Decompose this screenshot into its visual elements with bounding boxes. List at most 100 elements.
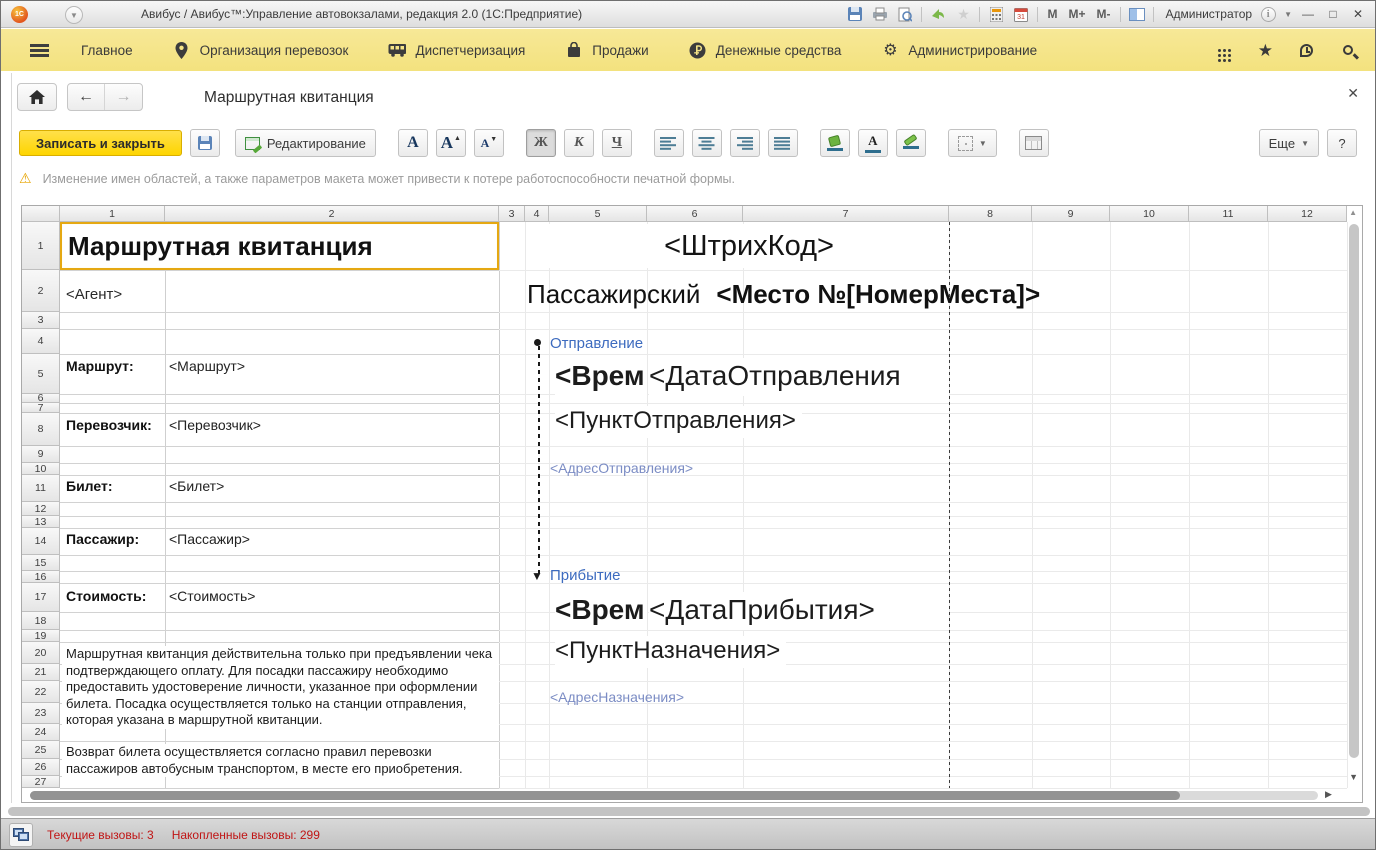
decrease-font-button[interactable]: А▼	[474, 129, 504, 157]
row-header[interactable]: 2	[22, 270, 60, 312]
save-button[interactable]	[190, 129, 220, 157]
cell-arrival-header[interactable]: Прибытие	[550, 567, 620, 584]
editing-toggle-button[interactable]: Редактирование	[235, 129, 376, 157]
cell-passenger-seat[interactable]: Пассажирский <Место №[НомерМеста]>	[527, 276, 1040, 312]
scroll-up-icon[interactable]: ▲	[1349, 208, 1357, 217]
row-header[interactable]: 7	[22, 403, 60, 413]
row-header[interactable]: 12	[22, 502, 60, 516]
cell-departure-time[interactable]: <Врем	[555, 358, 647, 396]
bold-button[interactable]: Ж	[526, 129, 556, 157]
row-header[interactable]: 19	[22, 630, 60, 642]
font-button[interactable]: А	[398, 129, 428, 157]
row-header[interactable]: 25	[22, 741, 60, 759]
cell-departure-header[interactable]: Отправление	[550, 335, 643, 352]
history-icon[interactable]	[1297, 41, 1315, 59]
align-right-button[interactable]	[730, 129, 760, 157]
row-header[interactable]: 8	[22, 413, 60, 446]
spreadsheet[interactable]: Маршрутная квитанция <ШтрихКод> <Агент> …	[21, 205, 1363, 803]
calculator-icon[interactable]	[987, 6, 1005, 22]
home-button[interactable]	[17, 83, 57, 111]
row-header[interactable]: 27	[22, 776, 60, 788]
split-window-icon[interactable]	[1128, 6, 1146, 22]
window-menu-icon[interactable]: ▼	[65, 6, 83, 24]
cell-arrival-date[interactable]: <ДатаПрибытия>	[649, 592, 949, 630]
cell-departure-date[interactable]: <ДатаОтправления	[649, 358, 949, 396]
grid-corner-cell[interactable]	[22, 206, 60, 222]
apps-grid-icon[interactable]	[1216, 41, 1234, 59]
row-header[interactable]: 6	[22, 394, 60, 403]
minimize-button[interactable]: —	[1299, 7, 1317, 21]
menu-item-dispatching[interactable]: Диспетчеризация	[388, 41, 525, 59]
column-header[interactable]: 3	[499, 206, 525, 222]
column-header[interactable]: 8	[949, 206, 1032, 222]
align-center-button[interactable]	[692, 129, 722, 157]
row-header[interactable]: 21	[22, 664, 60, 681]
menu-item-transport-organization[interactable]: Организация перевозок	[173, 41, 349, 59]
close-page-icon[interactable]: ✕	[1347, 85, 1359, 102]
info-caret-icon[interactable]: ▼	[1284, 10, 1292, 19]
row-header[interactable]: 3	[22, 312, 60, 329]
vertical-scrollbar-thumb[interactable]	[1349, 224, 1359, 758]
column-header[interactable]: 5	[549, 206, 647, 222]
info-icon[interactable]: i	[1259, 6, 1277, 22]
forward-button[interactable]: →	[105, 84, 142, 110]
cell-arrival-time[interactable]: <Врем	[555, 592, 647, 630]
cell-field-value[interactable]: <Маршрут>	[169, 358, 245, 374]
hamburger-menu-icon[interactable]	[30, 44, 49, 57]
save-icon[interactable]	[846, 6, 864, 22]
column-header[interactable]: 4	[525, 206, 549, 222]
underline-button[interactable]: Ч	[602, 129, 632, 157]
text-color-button[interactable]: А	[858, 129, 888, 157]
row-header[interactable]: 20	[22, 642, 60, 664]
increase-font-button[interactable]: А▲	[436, 129, 466, 157]
memory-m-minus-button[interactable]: M-	[1095, 7, 1113, 21]
column-header[interactable]: 7	[743, 206, 949, 222]
search-icon[interactable]	[1339, 41, 1357, 59]
cell-field-value[interactable]: <Билет>	[169, 478, 224, 494]
cell-field-label[interactable]: Перевозчик:	[66, 417, 152, 433]
menu-item-sales[interactable]: Продажи	[565, 41, 648, 59]
row-header[interactable]: 9	[22, 446, 60, 463]
help-button[interactable]: ?	[1327, 129, 1357, 157]
save-and-close-button[interactable]: Записать и закрыть	[19, 130, 182, 156]
row-header[interactable]: 5	[22, 354, 60, 394]
cell-arrival-point[interactable]: <ПунктНазначения>	[555, 636, 786, 668]
column-header[interactable]: 1	[60, 206, 165, 222]
column-header[interactable]: 2	[165, 206, 499, 222]
row-header[interactable]: 22	[22, 681, 60, 703]
row-header[interactable]: 24	[22, 724, 60, 741]
cell-note-refund[interactable]: Возврат билета осуществляется согласно п…	[62, 744, 499, 777]
menu-item-administration[interactable]: ⚙ Администрирование	[881, 41, 1037, 59]
cell-field-label[interactable]: Билет:	[66, 478, 113, 494]
column-header[interactable]: 9	[1032, 206, 1110, 222]
column-header[interactable]: 12	[1268, 206, 1347, 222]
cell-arrival-address[interactable]: <АдресНазначения>	[550, 689, 684, 705]
cell-field-value[interactable]: <Пассажир>	[169, 531, 250, 547]
row-header[interactable]: 10	[22, 463, 60, 475]
memory-m-button[interactable]: M	[1045, 7, 1059, 21]
close-button[interactable]: ✕	[1349, 7, 1367, 21]
row-header[interactable]: 1	[22, 222, 60, 270]
horizontal-scrollbar-thumb[interactable]	[30, 791, 1180, 800]
named-areas-button[interactable]	[1019, 129, 1049, 157]
row-header[interactable]: 14	[22, 528, 60, 555]
favorites-icon[interactable]: ★	[954, 6, 972, 22]
panel-splitter[interactable]	[11, 73, 12, 803]
row-header[interactable]: 4	[22, 329, 60, 354]
cell-agent[interactable]: <Агент>	[66, 286, 122, 303]
column-header[interactable]: 11	[1189, 206, 1268, 222]
print-preview-icon[interactable]	[896, 6, 914, 22]
current-user[interactable]: Администратор	[1161, 7, 1253, 21]
background-color-button[interactable]	[896, 129, 926, 157]
menu-item-main[interactable]: Главное	[81, 43, 133, 58]
italic-button[interactable]: К	[564, 129, 594, 157]
memory-m-plus-button[interactable]: M+	[1066, 7, 1087, 21]
row-header[interactable]: 15	[22, 555, 60, 571]
align-justify-button[interactable]	[768, 129, 798, 157]
menu-item-money[interactable]: Денежные средства	[689, 41, 842, 59]
cell-field-label[interactable]: Маршрут:	[66, 358, 134, 374]
print-icon[interactable]	[871, 6, 889, 22]
row-header[interactable]: 13	[22, 516, 60, 528]
row-header[interactable]: 17	[22, 583, 60, 612]
cell-field-value[interactable]: <Перевозчик>	[169, 417, 261, 433]
